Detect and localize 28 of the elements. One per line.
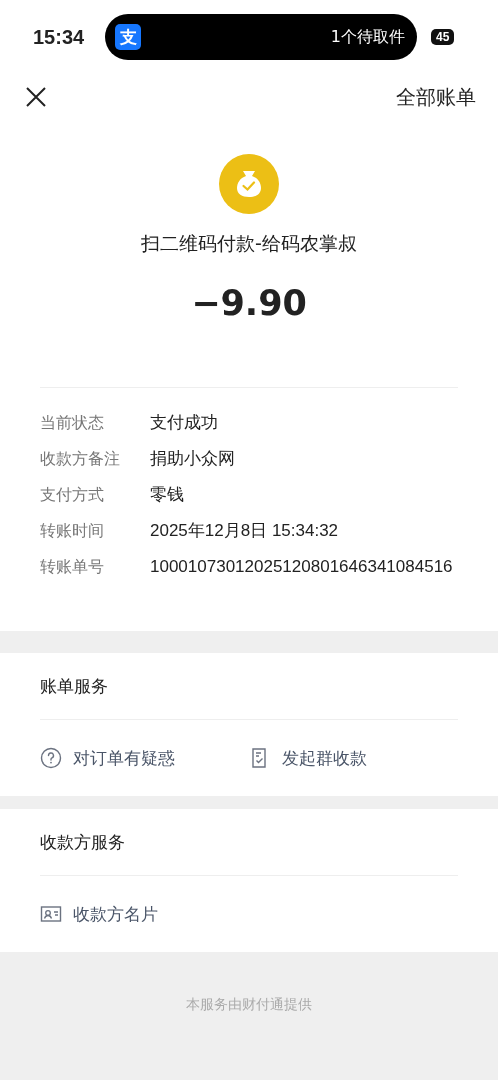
notification-text: 1个待取件: [330, 26, 405, 48]
footer-note: 本服务由财付通提供: [185, 995, 313, 1014]
service-link[interactable]: 收款方名片: [40, 902, 261, 926]
status-time: 15:34: [33, 25, 86, 49]
service-link[interactable]: 对订单有疑惑: [40, 746, 249, 770]
detail-label: 转账时间: [40, 520, 105, 542]
detail-label: 当前状态: [40, 412, 105, 434]
service-link[interactable]: 发起群收款: [249, 746, 458, 770]
detail-label: 转账单号: [40, 556, 105, 578]
money-bag-icon: [219, 154, 279, 214]
question-icon: [40, 747, 62, 769]
detail-label: 收款方备注: [40, 448, 121, 470]
detail-label: 支付方式: [40, 484, 105, 506]
payment-amount: −9.90: [191, 283, 307, 323]
detail-value: 捐助小众网: [150, 448, 235, 470]
all-bills-link[interactable]: 全部账单: [396, 83, 476, 111]
detail-value: 2025年12月8日 15:34:32: [150, 520, 339, 542]
detail-value: 10001073012025120801646341084516: [150, 556, 453, 578]
contact-card-icon: [40, 903, 62, 925]
section-title: 收款方服务: [40, 809, 458, 876]
battery-indicator: 45: [431, 29, 455, 45]
detail-value: 支付成功: [150, 412, 218, 434]
payment-title: 扫二维码付款-给码农掌叔: [141, 231, 357, 256]
close-button[interactable]: [25, 86, 47, 108]
app-logo: 支: [115, 24, 141, 50]
close-icon: [25, 86, 47, 108]
detail-value: 零钱: [150, 484, 184, 506]
section-title: 账单服务: [40, 653, 458, 720]
